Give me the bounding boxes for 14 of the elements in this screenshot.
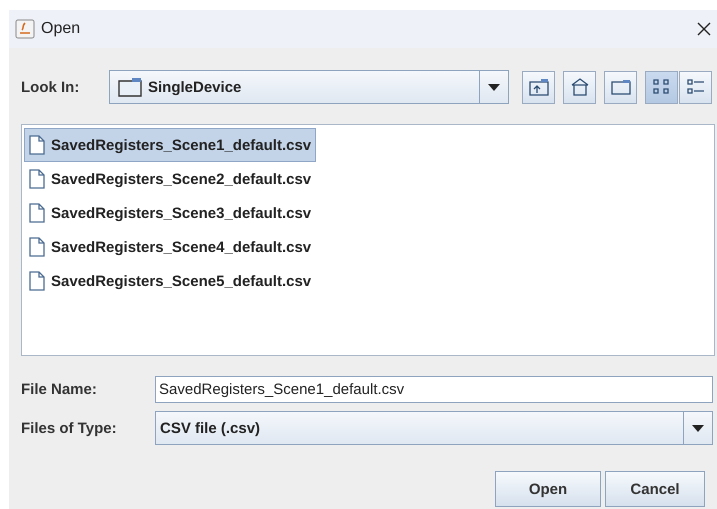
look-in-dropdown[interactable]: SingleDevice bbox=[109, 70, 509, 104]
window-title: Open bbox=[41, 20, 82, 38]
file-type-label: Files of Type: bbox=[21, 420, 118, 436]
file-item[interactable]: SavedRegisters_Scene1_default.csv bbox=[24, 128, 316, 162]
file-name-field[interactable]: SavedRegisters_Scene1_default.csv bbox=[155, 376, 713, 403]
look-in-label: Look In: bbox=[21, 78, 80, 96]
file-item[interactable]: SavedRegisters_Scene2_default.csv bbox=[24, 162, 316, 196]
file-item[interactable]: SavedRegisters_Scene5_default.csv bbox=[24, 264, 316, 298]
open-button[interactable]: Open bbox=[495, 471, 601, 507]
file-type-dropdown[interactable]: CSV file (.csv) bbox=[155, 411, 713, 445]
cancel-button[interactable]: Cancel bbox=[605, 471, 705, 507]
file-item[interactable]: SavedRegisters_Scene4_default.csv bbox=[24, 230, 316, 264]
file-item[interactable]: SavedRegisters_Scene3_default.csv bbox=[24, 196, 316, 230]
file-name-label: File Name: bbox=[21, 381, 98, 398]
